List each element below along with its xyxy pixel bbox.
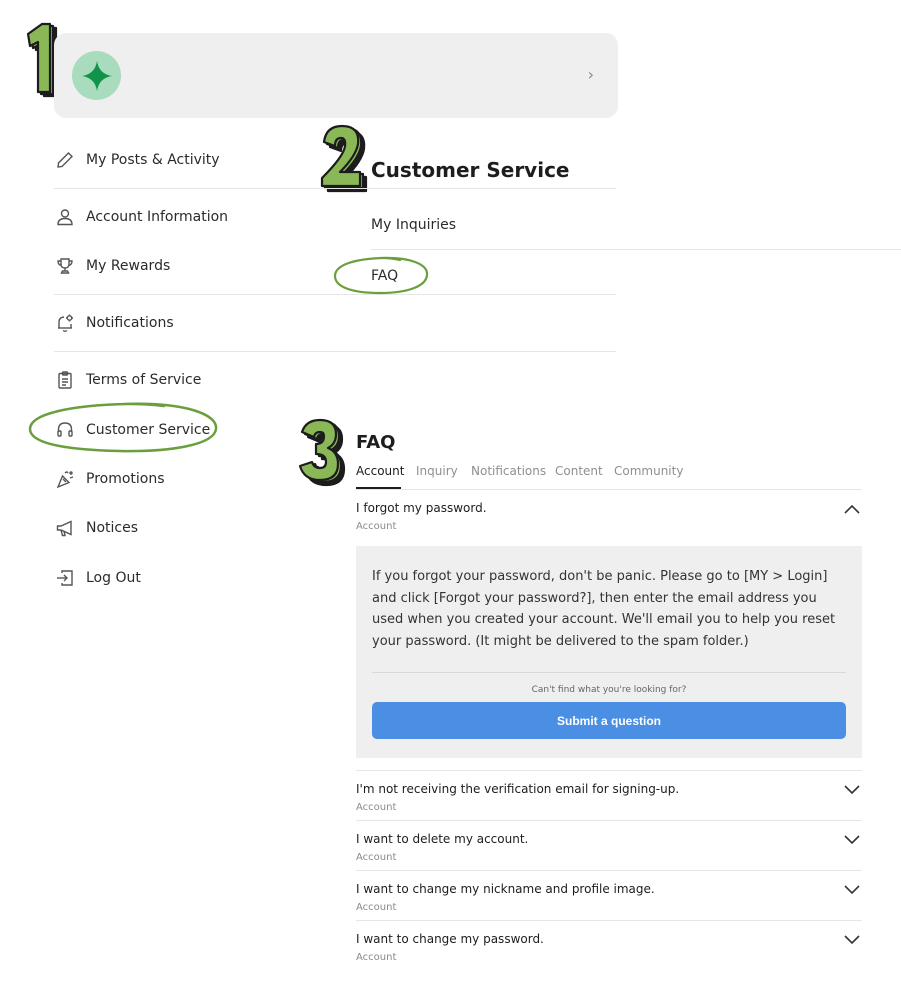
sidebar-item-label: Account Information <box>86 209 229 225</box>
sidebar-item-label: My Rewards <box>86 258 171 274</box>
sidebar-item-label: Notifications <box>86 315 174 331</box>
faq-title: FAQ <box>356 432 396 453</box>
profile-card[interactable]: › <box>54 33 618 118</box>
faq-question[interactable]: I forgot my password. <box>356 501 487 515</box>
sidebar-item-notices[interactable]: Notices <box>54 513 616 543</box>
bell-icon <box>54 312 76 334</box>
user-icon <box>54 206 76 228</box>
faq-category: Account <box>356 521 397 532</box>
avatar <box>72 51 121 100</box>
divider <box>371 249 901 250</box>
faq-question[interactable]: I want to delete my account. <box>356 832 528 846</box>
faq-answer-panel: If you forgot your password, don't be pa… <box>356 546 862 758</box>
chevron-down-icon[interactable] <box>842 832 862 846</box>
divider <box>356 870 862 871</box>
sparkle-icon <box>81 60 112 91</box>
divider <box>356 489 862 490</box>
submit-question-button[interactable]: Submit a question <box>372 702 846 739</box>
chevron-up-icon[interactable] <box>842 502 862 516</box>
chevron-down-icon[interactable] <box>842 932 862 946</box>
faq-category: Account <box>356 952 397 963</box>
divider <box>356 820 862 821</box>
divider <box>356 770 862 771</box>
chevron-right-icon: › <box>587 65 594 84</box>
megaphone-icon <box>54 517 76 539</box>
headset-icon <box>54 419 76 441</box>
cant-find-text: Can't find what you're looking for? <box>531 685 687 695</box>
divider <box>54 294 616 295</box>
faq-question[interactable]: I want to change my password. <box>356 932 544 946</box>
party-popper-icon <box>54 468 76 490</box>
faq-answer-text: If you forgot your password, don't be pa… <box>372 569 836 649</box>
sidebar-item-label: My Posts & Activity <box>86 152 220 168</box>
divider <box>356 920 862 921</box>
tab-content[interactable]: Content <box>555 464 603 478</box>
customer-service-title: Customer Service <box>371 158 570 182</box>
divider <box>372 672 846 673</box>
pencil-icon <box>54 149 76 171</box>
sidebar-item-customer-service[interactable]: Customer Service <box>54 415 616 445</box>
sidebar-item-label: Notices <box>86 520 139 536</box>
faq-category: Account <box>356 802 397 813</box>
tab-account[interactable]: Account <box>356 464 404 478</box>
sidebar-item-notifications[interactable]: Notifications <box>54 308 616 338</box>
sidebar-item-terms-of-service[interactable]: Terms of Service <box>54 365 616 395</box>
clipboard-icon <box>54 369 76 391</box>
faq-question[interactable]: I'm not receiving the verification email… <box>356 782 679 796</box>
sidebar-item-my-rewards[interactable]: My Rewards <box>54 251 616 281</box>
tab-inquiry[interactable]: Inquiry <box>416 464 458 478</box>
my-inquiries-link[interactable]: My Inquiries <box>371 217 456 233</box>
logout-icon <box>54 567 76 589</box>
chevron-down-icon[interactable] <box>842 782 862 796</box>
sidebar-item-label: Log Out <box>86 570 141 586</box>
sidebar-item-account-information[interactable]: Account Information <box>54 202 616 232</box>
tab-community[interactable]: Community <box>614 464 683 478</box>
divider <box>54 351 616 352</box>
sidebar-item-label: Terms of Service <box>86 372 202 388</box>
sidebar-item-label: Customer Service <box>86 422 211 438</box>
faq-category: Account <box>356 902 397 913</box>
tab-notifications[interactable]: Notifications <box>471 464 546 478</box>
sidebar-item-label: Promotions <box>86 471 165 487</box>
trophy-icon <box>54 255 76 277</box>
divider <box>54 188 616 189</box>
faq-link[interactable]: FAQ <box>371 268 398 284</box>
chevron-down-icon[interactable] <box>842 882 862 896</box>
faq-category: Account <box>356 852 397 863</box>
faq-question[interactable]: I want to change my nickname and profile… <box>356 882 655 896</box>
